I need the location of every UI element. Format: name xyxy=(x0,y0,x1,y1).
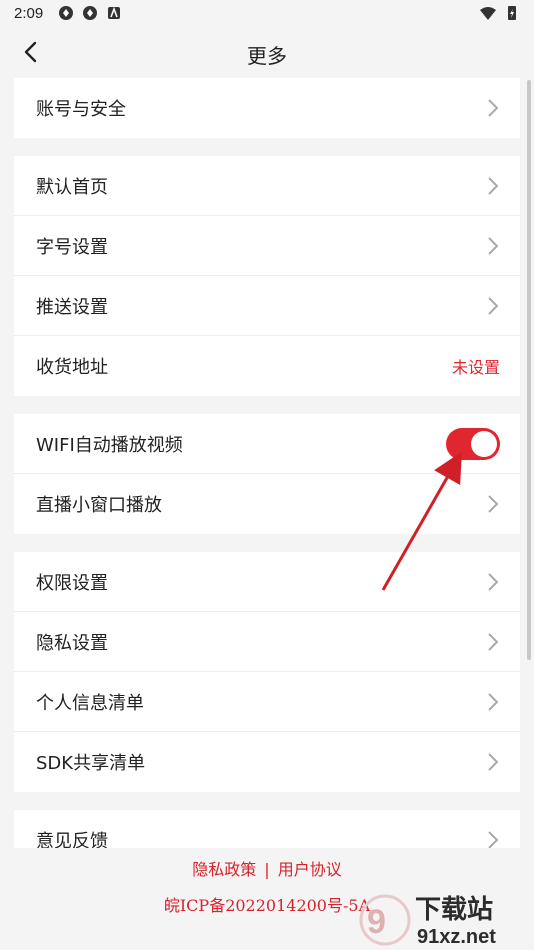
row-label: 意见反馈 xyxy=(36,831,108,848)
row-wifi-autoplay: WIFI自动播放视频 xyxy=(14,414,520,474)
row-label: 字号设置 xyxy=(36,236,108,258)
watermark-text: 下载站 xyxy=(415,895,493,925)
watermark-domain: 91xz.net xyxy=(417,926,496,948)
row-feedback[interactable]: 意见反馈 xyxy=(14,810,520,848)
row-push-settings[interactable]: 推送设置 xyxy=(14,276,520,336)
row-label: 收货地址 xyxy=(36,357,108,378)
chevron-right-icon xyxy=(488,495,499,513)
watermark-number: 9 xyxy=(367,903,386,941)
user-agreement-link[interactable]: 用户协议 xyxy=(278,860,342,879)
row-shipping-address[interactable]: 收货地址 未设置 xyxy=(14,336,520,396)
privacy-policy-link[interactable]: 隐私政策 xyxy=(192,860,256,879)
chevron-right-icon xyxy=(488,99,499,117)
chevron-right-icon xyxy=(488,572,499,591)
chevron-right-icon xyxy=(488,632,499,651)
wifi-icon xyxy=(480,7,496,20)
row-font-size[interactable]: 字号设置 xyxy=(14,216,520,276)
wifi-autoplay-toggle[interactable] xyxy=(446,427,500,460)
row-account-security[interactable]: 账号与安全 xyxy=(14,78,520,138)
page-title: 更多 xyxy=(247,44,287,68)
a-badge-icon xyxy=(108,6,120,19)
row-label: 账号与安全 xyxy=(36,99,126,120)
footer-separator: | xyxy=(264,860,270,879)
chevron-right-icon xyxy=(488,753,499,771)
row-label: SDK共享清单 xyxy=(36,753,146,774)
watermark-logo: 9 下载站 91xz.net xyxy=(359,894,496,948)
settings-group-general: 默认首页 字号设置 推送设置 收货地址 未设置 xyxy=(14,156,520,396)
row-live-mini-window[interactable]: 直播小窗口播放 xyxy=(14,474,520,534)
chevron-right-icon xyxy=(488,692,499,711)
row-default-homepage[interactable]: 默认首页 xyxy=(14,156,520,216)
chevron-right-icon xyxy=(488,176,499,195)
app-notification-icon xyxy=(59,6,73,20)
chevron-right-icon xyxy=(488,831,499,848)
status-time: 2:09 xyxy=(14,5,44,22)
settings-group-video: WIFI自动播放视频 直播小窗口播放 xyxy=(14,414,520,534)
row-label: 权限设置 xyxy=(36,572,108,594)
row-label: WIFI自动播放视频 xyxy=(36,434,183,456)
shipping-address-value: 未设置 xyxy=(451,358,500,377)
toggle-knob xyxy=(471,430,497,457)
row-label: 默认首页 xyxy=(36,176,108,198)
row-label: 个人信息清单 xyxy=(36,692,144,714)
row-permission-settings[interactable]: 权限设置 xyxy=(14,552,520,612)
status-bar: 2:09 xyxy=(0,0,534,28)
app-notification-icon xyxy=(83,6,97,20)
settings-list[interactable]: 账号与安全 默认首页 字号设置 推送设置 收货地址 未设置 WIFI自动播放视频… xyxy=(0,78,534,848)
row-label: 直播小窗口播放 xyxy=(36,495,162,516)
settings-group-privacy: 权限设置 隐私设置 个人信息清单 SDK共享清单 xyxy=(14,552,520,792)
chevron-right-icon xyxy=(488,296,499,315)
battery-icon xyxy=(508,6,516,20)
settings-group-account: 账号与安全 xyxy=(14,78,520,138)
scrollbar[interactable] xyxy=(527,80,531,660)
nav-bar: 更多 xyxy=(0,28,534,78)
row-personal-info-list[interactable]: 个人信息清单 xyxy=(14,672,520,732)
settings-group-feedback: 意见反馈 xyxy=(14,810,520,848)
row-sdk-share-list[interactable]: SDK共享清单 xyxy=(14,732,520,792)
row-privacy-settings[interactable]: 隐私设置 xyxy=(14,612,520,672)
row-label: 隐私设置 xyxy=(36,632,108,654)
row-label: 推送设置 xyxy=(36,296,108,318)
chevron-right-icon xyxy=(488,236,499,255)
